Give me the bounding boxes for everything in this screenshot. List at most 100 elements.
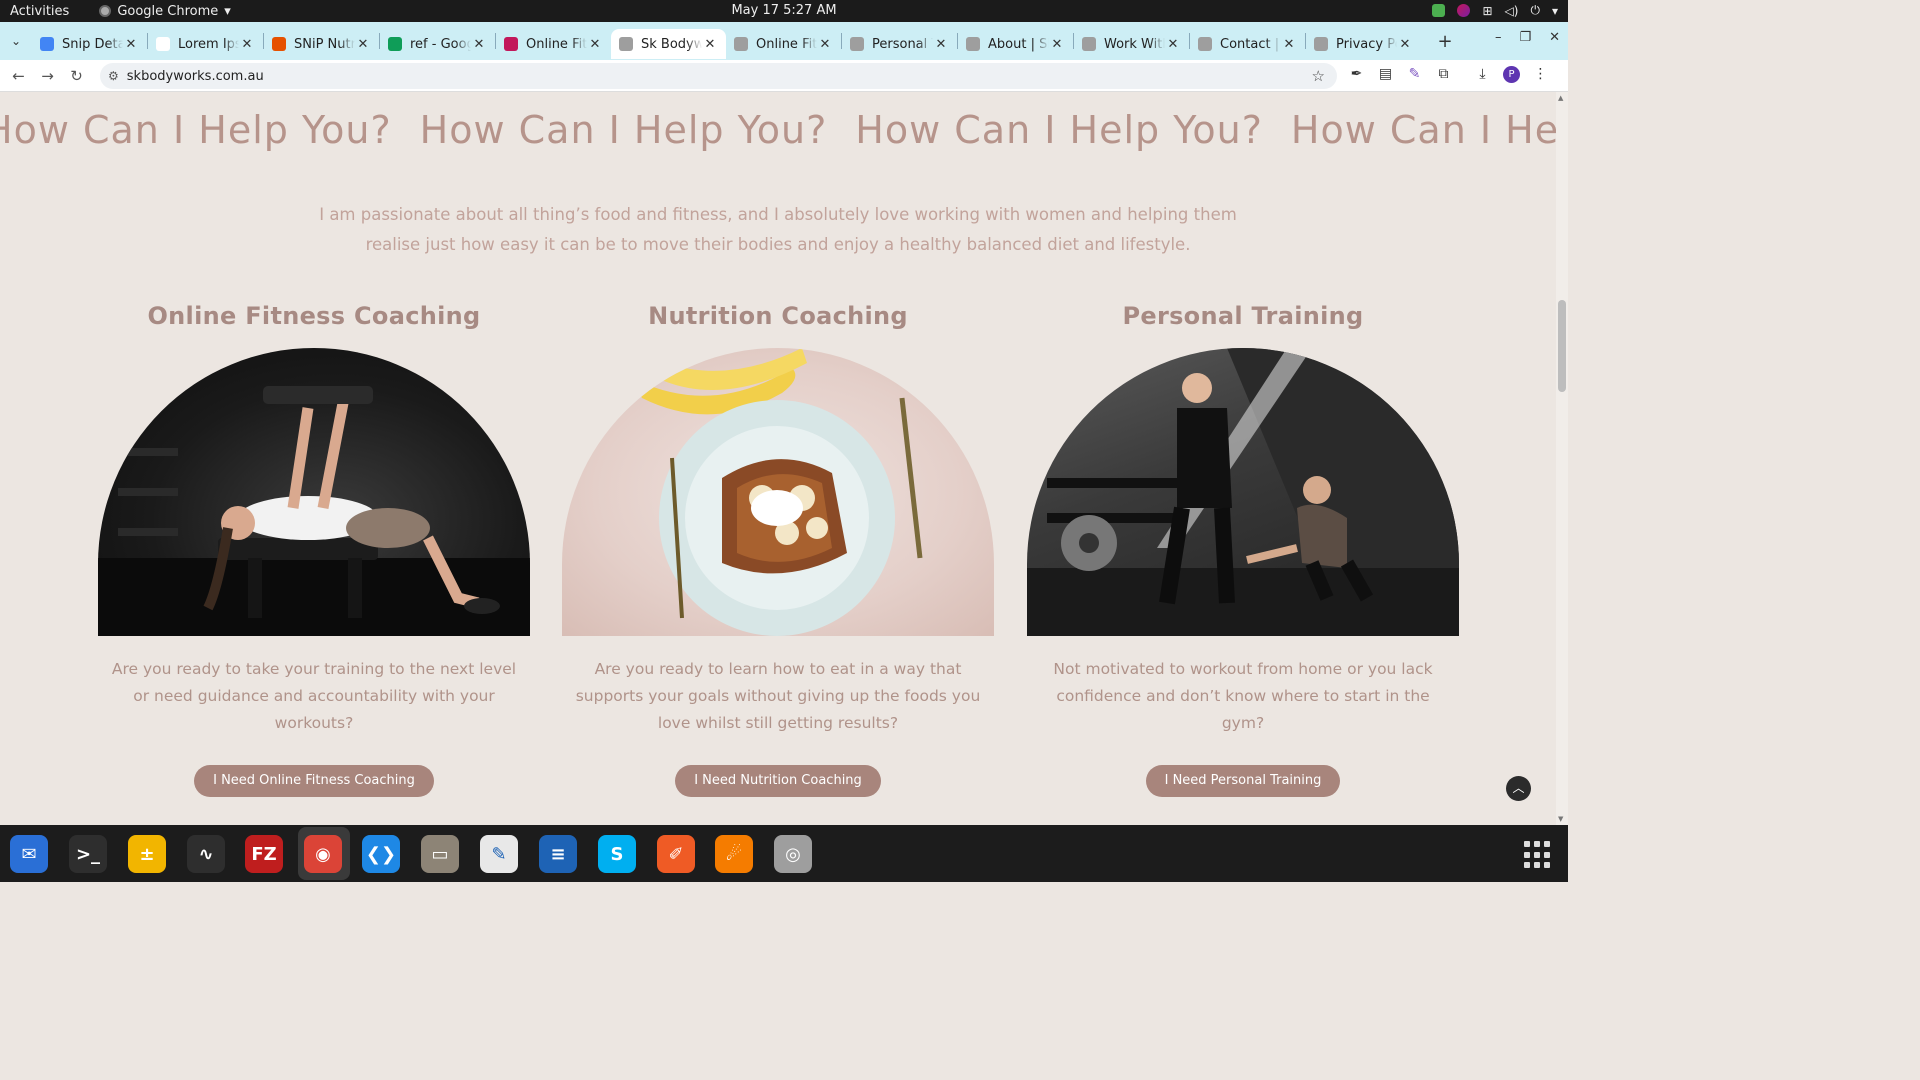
service-description: Are you ready to learn how to eat in a w… <box>575 660 981 732</box>
tab-favicon-icon <box>504 37 518 51</box>
tab-close-icon[interactable]: ✕ <box>1397 37 1413 52</box>
pen-extension-icon[interactable]: ✎ <box>1406 66 1423 83</box>
calculator-icon[interactable]: ± <box>128 835 166 873</box>
tab-title: Snip Detai <box>62 36 123 52</box>
puzzle-extensions-icon[interactable]: ⧉ <box>1435 66 1452 83</box>
browser-tab[interactable]: SNiP Nutri ✕ <box>264 29 379 59</box>
text-editor-icon[interactable]: ✎ <box>480 835 518 873</box>
network-icon[interactable]: ⊞ <box>1482 4 1492 18</box>
tab-title: ref - Googl <box>410 36 471 52</box>
tab-favicon-icon <box>1314 37 1328 51</box>
personal-training-button[interactable]: I Need Personal Training <box>1145 765 1341 797</box>
tab-favicon-icon <box>156 37 170 51</box>
new-tab-button[interactable]: + <box>1431 31 1459 52</box>
close-window-icon[interactable]: ✕ <box>1549 30 1560 45</box>
download-icon[interactable]: ⤓ <box>1474 66 1491 83</box>
online-fitness-photo <box>98 348 530 636</box>
tab-close-icon[interactable]: ✕ <box>123 37 139 52</box>
dock: ✉ >_ ± ∿ FZ ◉ ❮❯ ▭ ✎ ≡ S ✐ ☄ ◎ <box>0 825 1568 882</box>
tab-close-icon[interactable]: ✕ <box>933 37 949 52</box>
scroll-to-top-button[interactable]: ︿ <box>1506 776 1531 801</box>
window-controls: – ❐ ✕ <box>1495 30 1560 45</box>
terminal-icon[interactable]: >_ <box>69 835 107 873</box>
app-menu-label: Google Chrome <box>117 3 219 19</box>
service-card-nutrition: Nutrition Coaching Are you ready to lear… <box>562 302 994 797</box>
disks-icon[interactable]: ◎ <box>774 835 812 873</box>
shield-check-icon[interactable] <box>1432 4 1446 17</box>
activities-button[interactable]: Activities <box>10 4 69 19</box>
tab-close-icon[interactable]: ✕ <box>587 37 603 52</box>
minimize-icon[interactable]: – <box>1495 30 1502 45</box>
bookmark-star-icon[interactable]: ☆ <box>1312 67 1325 85</box>
tab-title: SNiP Nutri <box>294 36 355 52</box>
app-menu[interactable]: Google Chrome ▾ <box>99 4 231 19</box>
chrome-icon[interactable]: ◉ <box>304 835 342 873</box>
scroll-up-arrow-icon[interactable]: ▲ <box>1558 94 1563 102</box>
browser-tab[interactable]: Online Fitr ✕ <box>496 29 611 59</box>
chrome-icon <box>99 5 112 17</box>
hotshots-icon[interactable]: ☄ <box>715 835 753 873</box>
tab-close-icon[interactable]: ✕ <box>1049 37 1065 52</box>
browser-tab[interactable]: Privacy Po ✕ <box>1306 29 1421 59</box>
calendar-extension-icon[interactable]: ▤ <box>1377 66 1394 83</box>
toolbar: ← → ↻ ⚙ skbodyworks.com.au ☆ ✒ ▤ ✎ ⧉ ⤓ P… <box>0 60 1568 92</box>
tab-list: Snip Detai✕Lorem Ipsu✕SNiP Nutri✕ref - G… <box>32 23 1421 59</box>
back-icon[interactable]: ← <box>4 67 33 85</box>
system-monitor-icon[interactable]: ∿ <box>187 835 225 873</box>
online-fitness-coaching-button[interactable]: I Need Online Fitness Coaching <box>194 765 434 797</box>
forward-icon[interactable]: → <box>33 67 62 85</box>
restore-icon[interactable]: ❐ <box>1519 30 1531 45</box>
tab-close-icon[interactable]: ✕ <box>817 37 833 52</box>
browser-tab[interactable]: Snip Detai ✕ <box>32 29 147 59</box>
system-tray[interactable]: ⊞ ◁) ⏻ ▾ <box>1432 3 1558 18</box>
tab-favicon-icon <box>966 37 980 51</box>
site-info-icon[interactable]: ⚙ <box>108 69 119 83</box>
filezilla-icon[interactable]: FZ <box>245 835 283 873</box>
tab-close-icon[interactable]: ✕ <box>471 37 487 52</box>
libreoffice-writer-icon[interactable]: ≡ <box>539 835 577 873</box>
chevron-down-icon[interactable]: ▾ <box>1552 4 1558 18</box>
web-page: How Can I Help You? How Can I Help You? Ho… <box>0 92 1556 825</box>
browser-tab[interactable]: Sk Bodywo✕ <box>611 29 726 59</box>
extension-indicator-icon[interactable] <box>1457 4 1471 17</box>
eyedropper-extension-icon[interactable]: ✒ <box>1348 66 1365 83</box>
tab-close-icon[interactable]: ✕ <box>1281 37 1297 52</box>
tab-favicon-icon <box>388 37 402 51</box>
browser-tab[interactable]: Contact | S✕ <box>1190 29 1305 59</box>
power-icon[interactable]: ⏻ <box>1530 3 1540 18</box>
profile-avatar[interactable]: P <box>1503 66 1520 83</box>
nutrition-coaching-button[interactable]: I Need Nutrition Coaching <box>675 765 881 797</box>
more-menu-icon[interactable]: ⋮ <box>1532 66 1549 83</box>
tab-close-icon[interactable]: ✕ <box>702 37 718 52</box>
tab-favicon-icon <box>734 37 748 51</box>
skype-icon[interactable]: S <box>598 835 636 873</box>
marquee-item: How Can I Help You? <box>419 108 828 152</box>
reload-icon[interactable]: ↻ <box>62 67 91 85</box>
scroll-down-arrow-icon[interactable]: ▼ <box>1558 815 1563 823</box>
page-scrollbar[interactable]: ▲ ▼ <box>1556 92 1568 825</box>
browser-tab[interactable]: Work With ✕ <box>1074 29 1189 59</box>
vscode-icon[interactable]: ❮❯ <box>362 835 400 873</box>
tab-close-icon[interactable]: ✕ <box>355 37 371 52</box>
show-apps-icon[interactable] <box>1524 841 1552 869</box>
tab-strip: ⌄ Snip Detai✕Lorem Ipsu✕SNiP Nutri✕ref -… <box>0 22 1568 60</box>
tab-search-button[interactable]: ⌄ <box>0 34 32 48</box>
files-icon[interactable]: ▭ <box>421 835 459 873</box>
browser-tab[interactable]: Lorem Ipsu✕ <box>148 29 263 59</box>
browser-tab[interactable]: Personal T ✕ <box>842 29 957 59</box>
browser-tab[interactable]: Online Fitr ✕ <box>726 29 841 59</box>
marquee-item: How Can I Help You? <box>855 108 1263 152</box>
address-bar[interactable]: ⚙ skbodyworks.com.au ☆ <box>100 63 1337 89</box>
browser-tab[interactable]: ref - Googl✕ <box>380 29 495 59</box>
browser-tab[interactable]: About | Sk ✕ <box>958 29 1073 59</box>
volume-icon[interactable]: ◁) <box>1505 4 1519 18</box>
tab-close-icon[interactable]: ✕ <box>239 37 255 52</box>
intro-paragraph: I am passionate about all thing’s food a… <box>319 205 1237 254</box>
tab-close-icon[interactable]: ✕ <box>1165 37 1181 52</box>
clock[interactable]: May 17 5:27 AM <box>731 3 836 18</box>
tab-favicon-icon <box>850 37 864 51</box>
address-bar-url[interactable]: skbodyworks.com.au <box>127 69 264 84</box>
postman-icon[interactable]: ✐ <box>657 835 695 873</box>
thunderbird-icon[interactable]: ✉ <box>10 835 48 873</box>
scrollbar-thumb[interactable] <box>1558 300 1566 392</box>
